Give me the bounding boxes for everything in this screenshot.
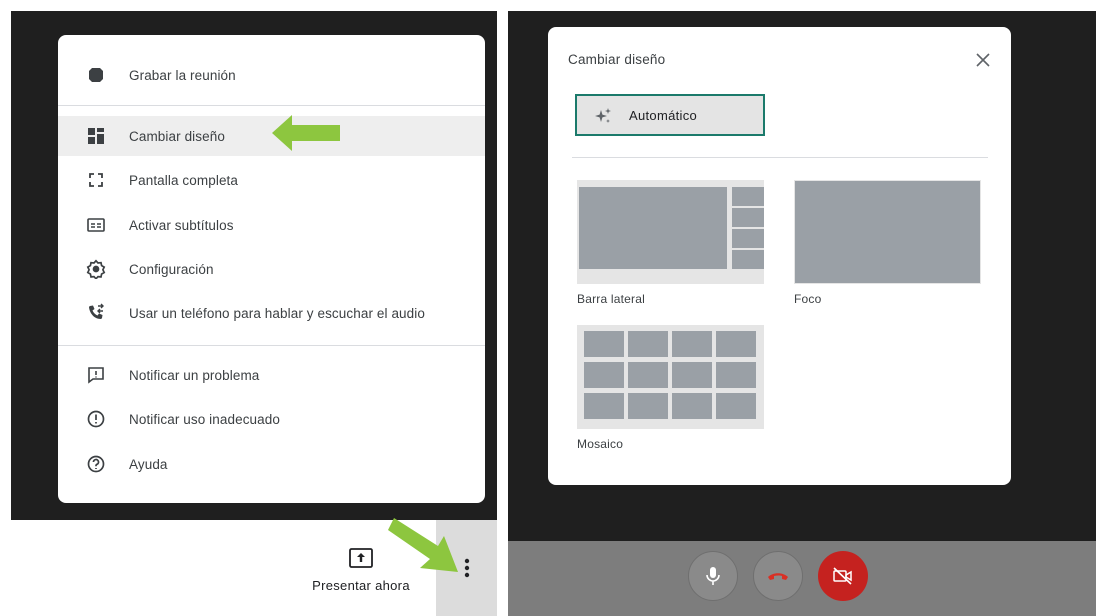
menu-item-phone-audio[interactable]: Usar un teléfono para hablar y escuchar … [58,293,485,333]
report-problem-icon [84,363,108,387]
grid-tile [584,331,624,357]
grid-tile [584,362,624,388]
sidebar-layout-thumbnail [577,180,764,284]
present-now-label: Presentar ahora [312,578,410,593]
layout-option-tiled[interactable]: Mosaico [577,325,765,455]
grid-tile [716,393,756,419]
side-tile [732,187,764,206]
menu-item-settings[interactable]: Configuración [58,249,485,289]
menu-item-help[interactable]: Ayuda [58,444,485,484]
menu-item-record[interactable]: Grabar la reunión [58,55,485,95]
camera-toggle-button[interactable] [818,551,868,601]
menu-item-label: Activar subtítulos [129,217,234,233]
side-tile [732,250,764,269]
phone-audio-icon [84,301,108,325]
camera-off-icon [833,567,852,585]
layout-option-sidebar[interactable]: Barra lateral [577,180,765,310]
tiled-layout-label: Mosaico [577,437,624,451]
close-icon [976,53,990,67]
hang-up-button[interactable] [753,551,803,601]
microphone-icon [706,567,720,585]
fullscreen-icon [84,168,108,192]
side-tile [732,229,764,248]
menu-item-report-abuse[interactable]: Notificar uso inadecuado [58,399,485,439]
menu-item-label: Grabar la reunión [129,67,236,83]
spotlight-tile [795,181,980,283]
tiled-layout-thumbnail [577,325,764,429]
sparkle-icon [595,108,611,123]
layout-icon [84,124,108,148]
arrow-left-icon [272,115,340,151]
record-icon [84,63,108,87]
sidebar-layout-label: Barra lateral [577,292,645,306]
report-abuse-icon [84,407,108,431]
grid-tile [672,362,712,388]
help-icon [84,452,108,476]
grid-tile [672,393,712,419]
more-vert-icon [464,558,469,578]
grid-tile [716,362,756,388]
menu-divider [58,105,485,106]
menu-item-label: Notificar uso inadecuado [129,411,280,427]
menu-item-label: Usar un teléfono para hablar y escuchar … [129,305,425,321]
present-screen-icon [349,548,373,568]
layout-option-automatic[interactable]: Automático [575,94,765,136]
menu-item-fullscreen[interactable]: Pantalla completa [58,160,485,200]
arrow-down-right-icon [388,518,458,572]
close-dialog-button[interactable] [972,49,994,71]
dialog-divider [572,157,988,158]
hang-up-icon [768,573,788,580]
menu-divider [58,345,485,346]
more-options-menu: Grabar la reunión Cambiar diseño Pantall… [58,35,485,503]
main-tile [579,187,727,269]
menu-item-label: Ayuda [129,456,168,472]
grid-tile [672,331,712,357]
spotlight-layout-thumbnail [794,180,981,284]
grid-tile [584,393,624,419]
layout-option-spotlight[interactable]: Foco [794,180,982,310]
menu-item-captions[interactable]: Activar subtítulos [58,205,485,245]
menu-item-label: Notificar un problema [129,367,260,383]
captions-icon [84,213,108,237]
menu-item-label: Cambiar diseño [129,128,225,144]
side-tile [732,208,764,227]
menu-item-label: Configuración [129,261,214,277]
grid-tile [628,393,668,419]
grid-tile [628,362,668,388]
change-layout-dialog: Cambiar diseño Automático Barra lateral … [548,27,1011,485]
grid-tile [628,331,668,357]
grid-tile [716,331,756,357]
menu-item-report-problem[interactable]: Notificar un problema [58,355,485,395]
spotlight-layout-label: Foco [794,292,822,306]
dialog-title: Cambiar diseño [568,52,666,67]
automatic-label: Automático [629,108,698,123]
microphone-button[interactable] [688,551,738,601]
settings-gear-icon [84,257,108,281]
menu-item-label: Pantalla completa [129,172,239,188]
